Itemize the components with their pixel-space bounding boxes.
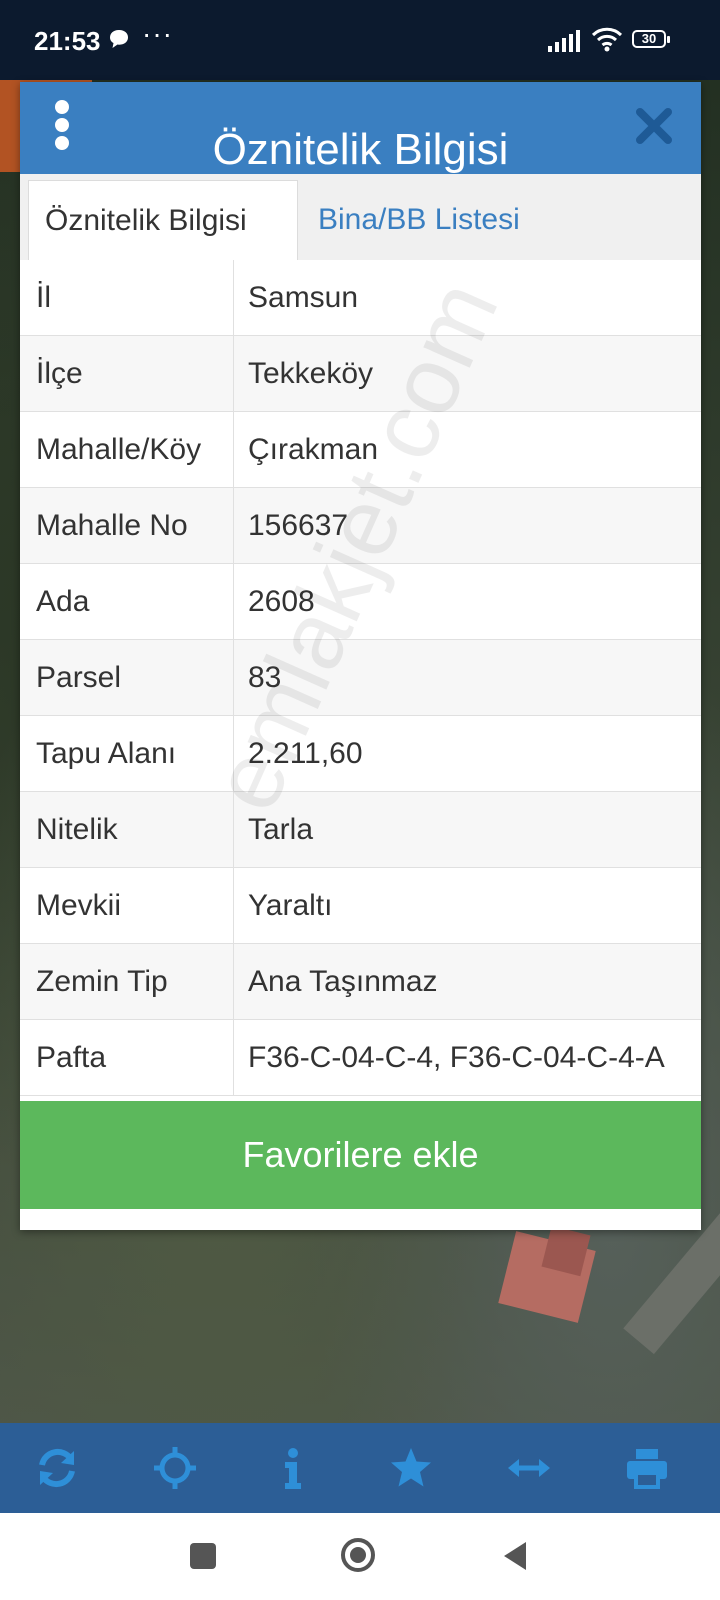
table-row: Mevkii Yaraltı (20, 868, 701, 944)
recents-button[interactable] (190, 1543, 216, 1569)
add-to-favorites-button[interactable]: Favorilere ekle (20, 1101, 701, 1209)
locate-icon[interactable] (152, 1445, 198, 1491)
row-value: Yaraltı (248, 889, 333, 922)
battery-icon: 30 (632, 30, 672, 50)
home-button[interactable] (340, 1537, 376, 1573)
wifi-icon (591, 27, 623, 52)
print-icon[interactable] (624, 1445, 670, 1491)
row-key: Parsel (20, 640, 234, 716)
row-key: Pafta (20, 1020, 234, 1096)
table-row: Tapu Alanı 2.211,60 (20, 716, 701, 792)
dialog-title: Öznitelik Bilgisi (212, 125, 509, 174)
tab-attribute-info[interactable]: Öznitelik Bilgisi (28, 180, 298, 260)
table-row: Nitelik Tarla (20, 792, 701, 868)
more-dots-icon: ··· (142, 18, 173, 49)
row-value: Ana Taşınmaz (248, 965, 438, 998)
status-time: 21:53 (34, 26, 101, 56)
table-row: İl Samsun (20, 260, 701, 336)
row-key: İl (20, 260, 234, 336)
status-bar: 21:53 ··· 30 (0, 0, 720, 80)
row-key: Nitelik (20, 792, 234, 868)
table-row: Zemin Tip Ana Taşınmaz (20, 944, 701, 1020)
dialog-tabs: Öznitelik Bilgisi Bina/BB Listesi (20, 174, 701, 261)
table-row: Pafta F36-C-04-C-4, F36-C-04-C-4-A (20, 1020, 701, 1096)
row-value: Tarla (248, 813, 314, 846)
row-key: Ada (20, 564, 234, 640)
row-key: Mevkii (20, 868, 234, 944)
attribute-table: İl Samsun İlçe Tekkeköy Mahalle/Köy Çıra… (20, 260, 701, 1096)
message-icon (110, 30, 128, 48)
refresh-icon[interactable] (34, 1445, 80, 1491)
bottom-toolbar (0, 1423, 720, 1513)
dialog-header: Öznitelik Bilgisi (20, 82, 701, 174)
row-key: Mahalle/Köy (20, 412, 234, 488)
tab-building-list[interactable]: Bina/BB Listesi (302, 180, 536, 260)
attribute-dialog: Öznitelik Bilgisi Öznitelik Bilgisi Bina… (20, 82, 701, 1230)
star-icon[interactable] (388, 1445, 434, 1491)
row-value: F36-C-04-C-4, F36-C-04-C-4-A (248, 1041, 665, 1074)
back-button[interactable] (500, 1539, 530, 1573)
info-icon[interactable] (270, 1445, 316, 1491)
battery-level: 30 (641, 31, 657, 46)
row-key: İlçe (20, 336, 234, 412)
signal-icon (548, 30, 580, 52)
android-nav-bar (0, 1513, 720, 1600)
row-key: Mahalle No (20, 488, 234, 564)
close-icon[interactable] (634, 106, 674, 146)
measure-icon[interactable] (506, 1445, 552, 1491)
row-key: Zemin Tip (20, 944, 234, 1020)
